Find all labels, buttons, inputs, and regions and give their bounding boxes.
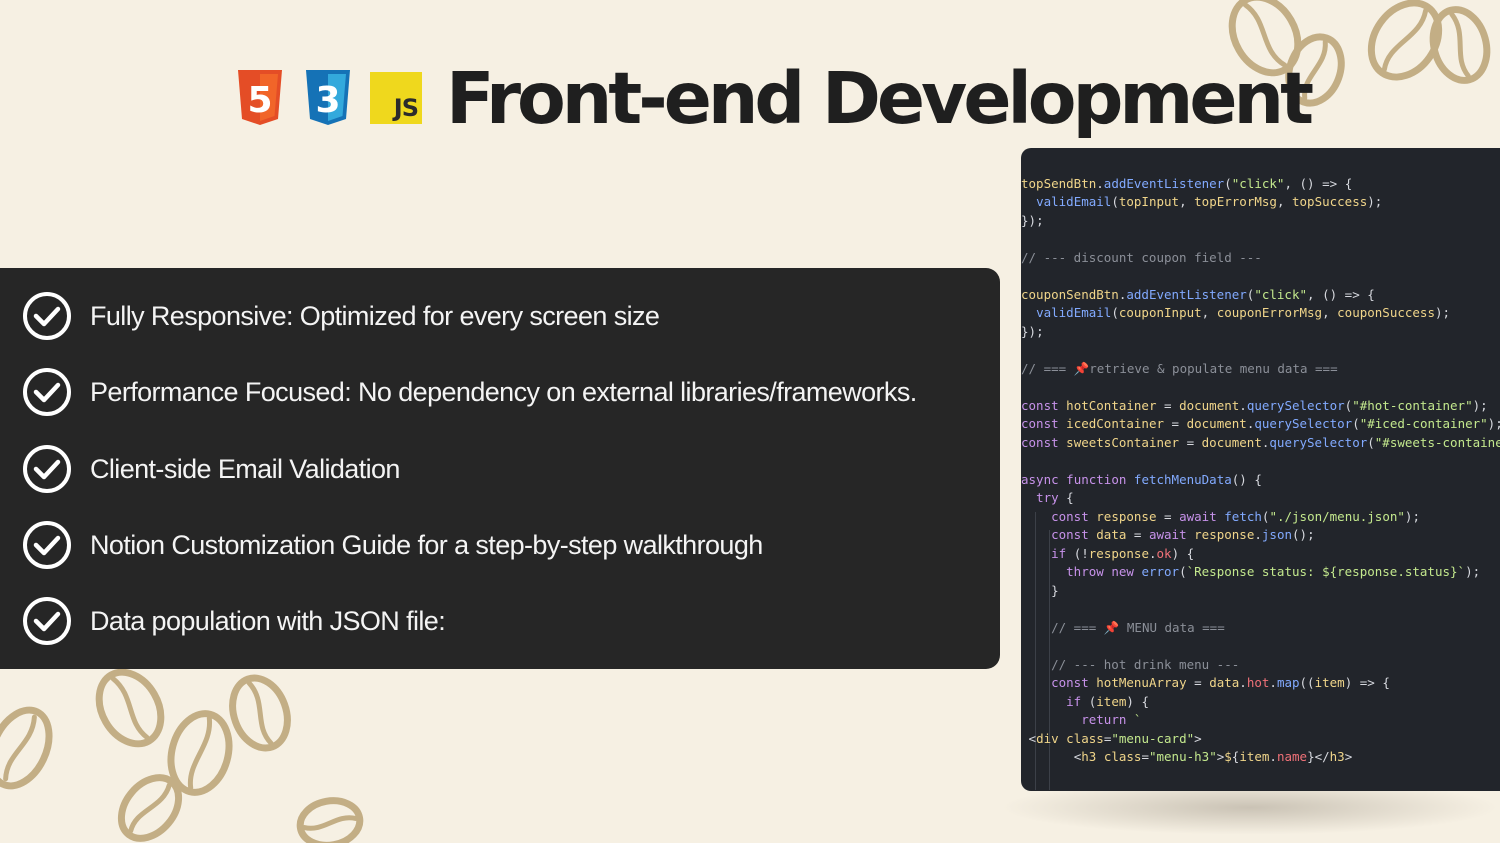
code-line: } xyxy=(1051,582,1059,598)
code-line: // --- hot drink menu --- xyxy=(1021,656,1240,672)
code-line: const response = await fetch("./json/men… xyxy=(1051,508,1420,524)
code-line: async function fetchMenuData() { xyxy=(1021,471,1262,487)
check-circle-icon xyxy=(23,521,71,569)
check-circle-icon xyxy=(23,597,71,645)
feature-item: Client-side Email Validation xyxy=(22,443,400,495)
css3-logo: 3 xyxy=(302,70,354,126)
code-line: couponSendBtn.addEventListener("click", … xyxy=(1021,286,1375,302)
code-line: topSendBtn.addEventListener("click", () … xyxy=(1021,175,1353,191)
check-circle-icon xyxy=(23,292,71,340)
code-line: // --- discount coupon field --- xyxy=(1021,249,1262,265)
feature-text: Data population with JSON file: xyxy=(90,605,446,636)
code-line: if (item) { xyxy=(1066,693,1149,709)
code-line: throw new error(`Response status: ${resp… xyxy=(1066,564,1481,579)
code-line: try { xyxy=(1036,490,1074,505)
check-circle-icon xyxy=(23,368,71,416)
feature-text: Performance Focused: No dependency on ex… xyxy=(90,376,917,407)
code-line: const hotMenuArray = data.hot.map((item)… xyxy=(1051,675,1390,690)
code-line: // === 📌retrieve & populate menu data ==… xyxy=(1021,360,1338,376)
feature-list-panel: Fully Responsive: Optimized for every sc… xyxy=(0,268,1000,669)
feature-item: Fully Responsive: Optimized for every sc… xyxy=(22,290,660,342)
coffee-beans-bottom-left-decoration xyxy=(0,668,364,843)
code-line: // === 📌 MENU data === xyxy=(1021,619,1225,635)
html5-logo: 5 xyxy=(234,70,286,126)
feature-item: Data population with JSON file: xyxy=(22,595,446,647)
feature-text: Fully Responsive: Optimized for every sc… xyxy=(90,300,660,331)
page-title: Front-end Development xyxy=(446,56,1314,140)
feature-item: Performance Focused: No dependency on ex… xyxy=(22,366,917,418)
code-line: <h3 class="menu-h3">${item.name}</h3> xyxy=(1073,749,1353,764)
html5-logo-label: 5 xyxy=(247,80,272,121)
feature-item: Notion Customization Guide for a step-by… xyxy=(22,519,763,571)
header: 5 3 JS Front-end Development xyxy=(234,56,1314,140)
js-logo-label: JS xyxy=(393,94,419,122)
code-line: const data = await response.json(); xyxy=(1051,527,1315,542)
js-logo: JS xyxy=(370,72,422,124)
feature-text: Client-side Email Validation xyxy=(90,453,400,484)
code-line: const hotContainer = document.querySelec… xyxy=(1021,397,1488,413)
code-line: const icedContainer = document.querySele… xyxy=(1021,416,1500,431)
code-line: validEmail(couponInput, couponErrorMsg, … xyxy=(1036,305,1451,320)
code-block: topSendBtn.addEventListener("click", () … xyxy=(1021,148,1500,767)
check-circle-icon xyxy=(23,445,71,493)
code-line: validEmail(topInput, topErrorMsg, topSuc… xyxy=(1036,194,1383,209)
feature-text: Notion Customization Guide for a step-by… xyxy=(90,529,763,560)
code-line: <div class="menu-card"> xyxy=(1028,730,1202,746)
code-line: return ` xyxy=(1081,712,1142,727)
code-line: if (!response.ok) { xyxy=(1051,545,1195,561)
code-line: }); xyxy=(1021,323,1044,339)
code-line: }); xyxy=(1021,212,1044,228)
code-panel: topSendBtn.addEventListener("click", () … xyxy=(1021,148,1500,791)
code-line: const sweetsContainer = document.querySe… xyxy=(1021,434,1500,450)
css3-logo-label: 3 xyxy=(315,80,340,121)
